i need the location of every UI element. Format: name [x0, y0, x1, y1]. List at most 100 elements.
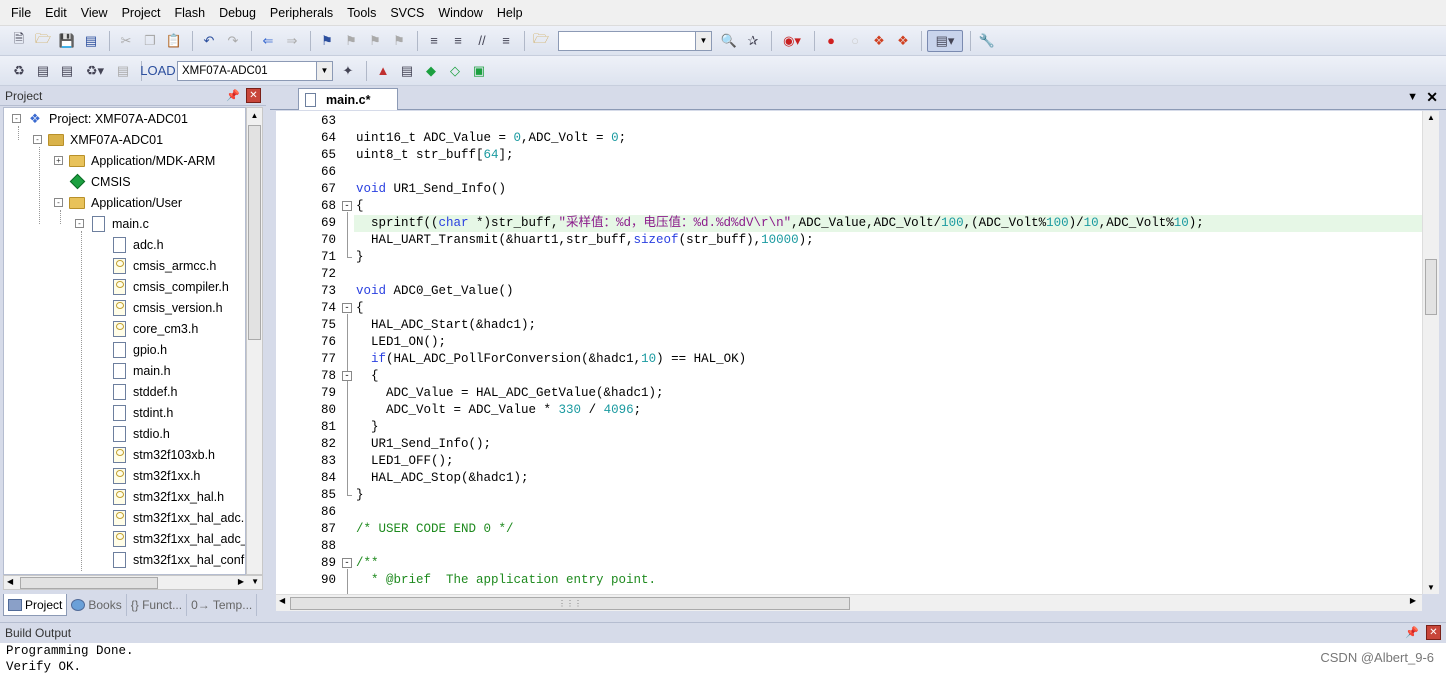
nav-back-icon[interactable]: ⇐	[257, 30, 279, 52]
tab-functions[interactable]: {} Funct...	[127, 594, 188, 616]
breakpoint-icon[interactable]: ●	[820, 30, 842, 52]
scroll-down-icon[interactable]: ▼	[251, 577, 259, 586]
tree-item[interactable]: + Application/MDK-ARM	[54, 150, 215, 171]
redo-icon[interactable]: ↷	[222, 30, 244, 52]
code-line[interactable]	[356, 266, 1422, 283]
fold-toggle-icon[interactable]: -	[342, 303, 352, 313]
chevron-down-icon[interactable]: ▼	[695, 31, 711, 50]
target-select[interactable]: XMF07A-ADC01 ▼	[177, 60, 333, 81]
code-line[interactable]: ADC_Volt = ADC_Value * 330 / 4096;	[356, 402, 1422, 419]
code-line[interactable]: /**	[356, 555, 1422, 572]
tree-item[interactable]: - ❖ Project: XMF07A-ADC01	[12, 108, 188, 129]
window-layout-icon[interactable]: ▤▾	[927, 29, 963, 52]
menu-item-tools[interactable]: Tools	[340, 0, 383, 26]
unindent-icon[interactable]: ≡	[447, 30, 469, 52]
fold-toggle-icon[interactable]: -	[342, 201, 352, 211]
tab-project[interactable]: Project	[3, 594, 68, 616]
code-line[interactable]	[356, 504, 1422, 521]
comment-icon[interactable]: //	[471, 30, 493, 52]
code-line[interactable]: }	[356, 487, 1422, 504]
scroll-left-icon[interactable]: ◀	[7, 577, 13, 586]
menu-item-view[interactable]: View	[74, 0, 115, 26]
code-line[interactable]: ADC_Value = HAL_ADC_GetValue(&hadc1);	[356, 385, 1422, 402]
close-icon[interactable]: ✕	[1426, 625, 1441, 640]
code-line[interactable]: LED1_OFF();	[356, 453, 1422, 470]
pin-icon[interactable]: 📌	[1405, 626, 1419, 639]
tree-item[interactable]: gpio.h	[96, 339, 167, 360]
tree-item[interactable]: - XMF07A-ADC01	[33, 129, 163, 150]
code-line[interactable]: void ADC0_Get_Value()	[356, 283, 1422, 300]
chevron-down-icon[interactable]: ▼	[316, 61, 332, 80]
code-line[interactable]: if(HAL_ADC_PollForConversion(&hadc1,10) …	[356, 351, 1422, 368]
find-icon[interactable]: 🔍	[718, 30, 740, 52]
project-tree-hscroll[interactable]: ◀ ▶ ▼	[3, 575, 263, 590]
menu-item-peripherals[interactable]: Peripherals	[263, 0, 340, 26]
menu-item-edit[interactable]: Edit	[38, 0, 74, 26]
menu-item-project[interactable]: Project	[115, 0, 168, 26]
download-icon[interactable]: LOAD	[140, 60, 175, 82]
incremental-find-icon[interactable]: ✰	[742, 30, 764, 52]
scroll-thumb[interactable]	[1425, 259, 1437, 315]
paste-icon[interactable]: 📋	[163, 30, 185, 52]
scroll-right-icon[interactable]: ▶	[238, 577, 244, 586]
kill-all-breakpoints-icon[interactable]: ❖	[892, 30, 914, 52]
copy-icon[interactable]: ❐	[139, 30, 161, 52]
tab-templates[interactable]: 0→ Temp...	[187, 594, 258, 616]
code-line[interactable]: * @brief The application entry point.	[356, 572, 1422, 589]
menu-item-help[interactable]: Help	[490, 0, 530, 26]
code-line[interactable]: }	[356, 419, 1422, 436]
tree-item[interactable]: cmsis_version.h	[96, 297, 223, 318]
menu-item-window[interactable]: Window	[431, 0, 489, 26]
tree-item[interactable]: - Application/User	[54, 192, 182, 213]
tree-item[interactable]: stm32f1xx_hal_adc.h	[96, 507, 245, 528]
clear-bookmarks-icon[interactable]: ⚑	[388, 30, 410, 52]
translate-icon[interactable]: ♻	[8, 60, 30, 82]
code-line[interactable]: HAL_ADC_Stop(&hadc1);	[356, 470, 1422, 487]
menu-item-file[interactable]: File	[4, 0, 38, 26]
search-combo[interactable]: ▼	[558, 30, 712, 51]
tree-item[interactable]: stm32f1xx.h	[96, 465, 200, 486]
fold-toggle-icon[interactable]: -	[342, 371, 352, 381]
manage-components-icon[interactable]: ▲	[372, 60, 394, 82]
collapse-icon[interactable]: -	[54, 198, 63, 207]
tree-item[interactable]: core_cm3.h	[96, 318, 198, 339]
code-line[interactable]: uint16_t ADC_Value = 0,ADC_Volt = 0;	[356, 130, 1422, 147]
undo-icon[interactable]: ↶	[198, 30, 220, 52]
collapse-icon[interactable]: -	[33, 135, 42, 144]
scroll-thumb[interactable]: ⋮⋮⋮	[290, 597, 850, 610]
code-line[interactable]	[356, 538, 1422, 555]
tree-item[interactable]: main.h	[96, 360, 171, 381]
scroll-left-icon[interactable]: ◀	[279, 596, 285, 605]
editor-tab-main-c[interactable]: main.c*	[298, 88, 398, 110]
editor-vscroll[interactable]: ▲ ▼	[1422, 111, 1439, 594]
disable-all-breakpoints-icon[interactable]: ❖	[868, 30, 890, 52]
menu-item-flash[interactable]: Flash	[167, 0, 212, 26]
find-in-files-icon[interactable]: 🗁	[530, 30, 552, 52]
open-file-icon[interactable]: 🗁	[32, 30, 54, 52]
code-line[interactable]: {	[356, 300, 1422, 317]
scroll-up-icon[interactable]: ▲	[1427, 113, 1435, 122]
stop-build-icon[interactable]: ▤	[112, 60, 134, 82]
uncomment-icon[interactable]: ≡	[495, 30, 517, 52]
scroll-thumb[interactable]	[20, 577, 158, 589]
target-options-icon[interactable]: ✦	[337, 60, 359, 82]
code-line[interactable]: }	[356, 249, 1422, 266]
scroll-thumb[interactable]	[248, 125, 261, 340]
prev-bookmark-icon[interactable]: ⚑	[340, 30, 362, 52]
cut-icon[interactable]: ✂	[115, 30, 137, 52]
new-file-icon[interactable]: 🗎	[8, 30, 30, 52]
close-icon[interactable]: ✕	[246, 88, 261, 103]
code-line[interactable]: {	[356, 368, 1422, 385]
menu-item-svcs[interactable]: SVCS	[383, 0, 431, 26]
tree-item[interactable]: stdint.h	[96, 402, 173, 423]
tree-item[interactable]: stm32f1xx_hal.h	[96, 486, 224, 507]
editor-hscroll[interactable]: ◀ ⋮⋮⋮ ▶	[276, 594, 1422, 611]
tree-item[interactable]: adc.h	[96, 234, 164, 255]
code-line[interactable]: HAL_UART_Transmit(&huart1,str_buff,sizeo…	[356, 232, 1422, 249]
nav-forward-icon[interactable]: ⇒	[281, 30, 303, 52]
code-line[interactable]: sprintf((char *)str_buff,"采样值：%d，电压值：%d.…	[354, 215, 1422, 232]
code-line[interactable]: /* USER CODE END 0 */	[356, 521, 1422, 538]
build-icon[interactable]: ▤	[32, 60, 54, 82]
save-all-icon[interactable]: ▤	[80, 30, 102, 52]
select-packs-icon[interactable]: ◆	[420, 60, 442, 82]
